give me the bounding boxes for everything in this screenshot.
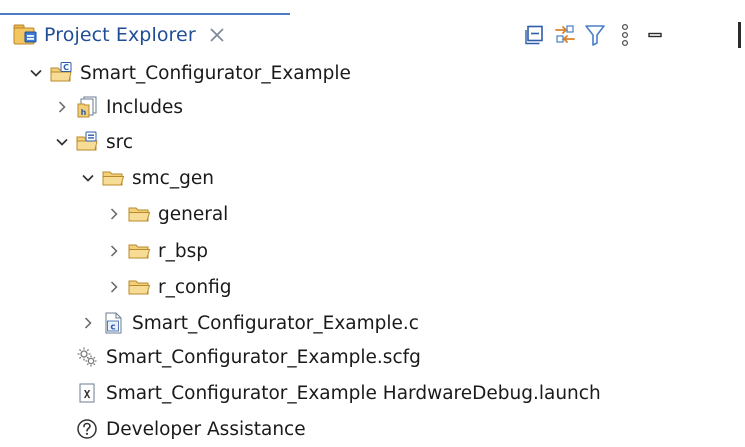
tree-item-scfg-file[interactable]: Smart_Configurator_Example.scfg	[54, 339, 421, 375]
collapse-all-icon[interactable]	[520, 19, 550, 51]
tree-item-label: Smart_Configurator_Example	[80, 62, 351, 84]
chevron-down-icon[interactable]	[80, 170, 96, 186]
folder-icon	[127, 202, 151, 226]
tree-item-label: smc_gen	[132, 167, 214, 189]
tree-item-r-bsp[interactable]: r_bsp	[106, 233, 208, 269]
tree-item-smc-gen[interactable]: smc_gen	[80, 160, 214, 196]
c-project-icon: C	[49, 61, 73, 85]
tree-item-label: Includes	[106, 96, 183, 118]
launch-config-icon: X	[75, 381, 99, 405]
chevron-down-icon[interactable]	[28, 65, 44, 81]
close-icon[interactable]	[208, 26, 226, 44]
includes-icon: h	[75, 95, 99, 119]
tree-item-c-file[interactable]: c Smart_Configurator_Example.c	[80, 305, 419, 341]
chevron-right-icon[interactable]	[106, 206, 122, 222]
folder-icon	[101, 166, 125, 190]
svg-text:h: h	[81, 108, 87, 117]
folder-icon	[127, 275, 151, 299]
svg-text:C: C	[63, 63, 69, 72]
tree-item-src[interactable]: src	[54, 124, 133, 160]
tree-item-label: Smart_Configurator_Example.scfg	[106, 346, 421, 368]
minimize-icon[interactable]	[640, 19, 670, 51]
view-toolbar	[520, 19, 670, 51]
help-icon	[75, 417, 99, 441]
chevron-right-icon[interactable]	[80, 315, 96, 331]
tree-item-label: r_config	[158, 276, 232, 298]
chevron-right-icon[interactable]	[106, 279, 122, 295]
tree-item-label: Smart_Configurator_Example HardwareDebug…	[106, 382, 601, 404]
project-explorer-icon	[12, 22, 38, 48]
tree-item-label: Smart_Configurator_Example.c	[132, 312, 419, 334]
tree-item-developer-assistance[interactable]: Developer Assistance	[54, 411, 306, 447]
tree-item-label: general	[158, 203, 229, 225]
tree-item-label: r_bsp	[158, 240, 208, 262]
view-menu-icon[interactable]	[610, 19, 640, 51]
c-source-file-icon: c	[101, 311, 125, 335]
tree-item-label: src	[106, 131, 134, 153]
svg-text:X: X	[84, 388, 91, 401]
view-title: Project Explorer	[44, 23, 196, 46]
link-with-editor-icon[interactable]	[550, 19, 580, 51]
panel-edge	[738, 22, 741, 48]
tree-item-launch-file[interactable]: X Smart_Configurator_Example HardwareDeb…	[54, 375, 601, 411]
chevron-down-icon[interactable]	[54, 134, 70, 150]
project-explorer-tab[interactable]: Project Explorer	[0, 13, 290, 54]
filter-icon[interactable]	[580, 19, 610, 51]
configuration-gear-icon	[75, 345, 99, 369]
source-folder-icon	[75, 130, 99, 154]
tree-item-label: Developer Assistance	[106, 418, 306, 440]
chevron-right-icon[interactable]	[54, 99, 70, 115]
tree-item-r-config[interactable]: r_config	[106, 269, 231, 305]
tree-item-project[interactable]: C Smart_Configurator_Example	[28, 55, 351, 91]
chevron-right-icon[interactable]	[106, 243, 122, 259]
folder-icon	[127, 239, 151, 263]
svg-text:c: c	[110, 323, 115, 333]
tree-item-includes[interactable]: h Includes	[54, 89, 183, 125]
tree-item-general[interactable]: general	[106, 196, 228, 232]
